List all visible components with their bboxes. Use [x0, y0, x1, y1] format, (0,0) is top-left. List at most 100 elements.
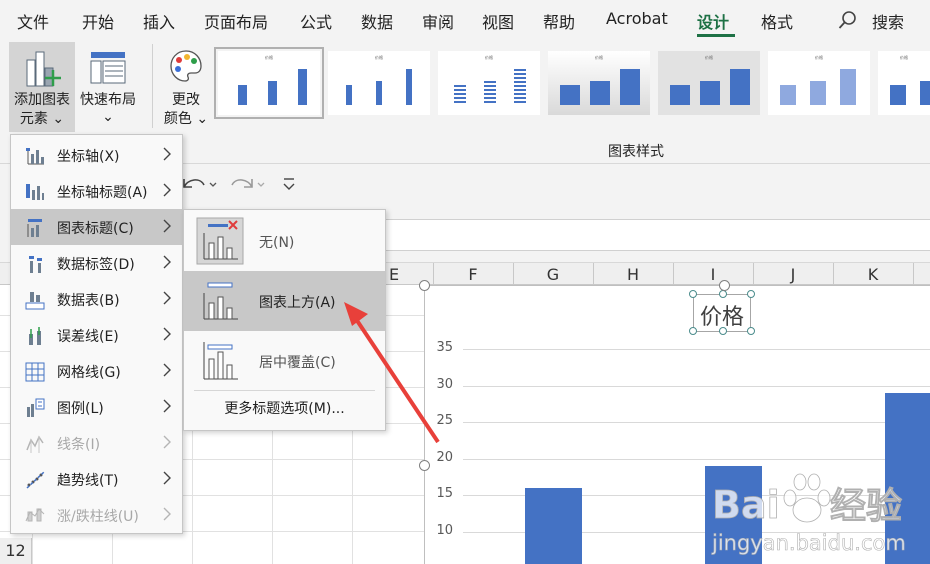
menu-item-up-down-bars: 涨/跌柱线(U): [11, 497, 182, 533]
menu-item-trendline[interactable]: 趋势线(T): [11, 461, 182, 497]
ribbon-separator: [152, 44, 153, 128]
chart-gridline: [463, 386, 930, 387]
watermark-url: jingyan.baidu.com: [711, 531, 906, 555]
menu-item-label: 误差线(E): [57, 329, 119, 345]
menu-item-label: 线条(I): [57, 437, 101, 453]
menu-item-legend[interactable]: 图例(L): [11, 389, 182, 425]
data-table-icon: [25, 292, 45, 310]
menu-item-label: 数据标签(D): [57, 257, 135, 273]
y-tick-label: 10: [436, 523, 453, 538]
tab-home[interactable]: 开始: [82, 9, 114, 33]
column-header-f[interactable]: F: [433, 265, 513, 284]
menu-item-chart-title[interactable]: 图表标题(C): [11, 209, 182, 245]
change-color-label-2: 颜色 ⌄: [163, 111, 209, 127]
chart-style-2[interactable]: 价格: [328, 51, 430, 115]
chart-style-1[interactable]: 价格: [214, 47, 324, 119]
title-handle[interactable]: [747, 290, 755, 298]
chevron-right-icon: [163, 255, 171, 269]
tab-view[interactable]: 视图: [482, 9, 514, 33]
menu-item-data-labels[interactable]: 数据标签(D): [11, 245, 182, 281]
column-header-g[interactable]: G: [513, 265, 593, 284]
gridlines-icon: [25, 362, 45, 382]
submenu-label-centered-overlay: 居中覆盖(C): [259, 355, 336, 371]
chevron-right-icon: [163, 219, 171, 233]
add-element-label-2: 元素 ⌄: [19, 111, 65, 127]
menu-item-data-table[interactable]: 数据表(B): [11, 281, 182, 317]
chart-style-7[interactable]: 价格: [878, 51, 930, 115]
chevron-right-icon: [163, 507, 171, 521]
menu-item-label: 趋势线(T): [57, 473, 119, 489]
legend-icon: [27, 398, 45, 417]
menu-item-gridlines[interactable]: 网格线(G): [11, 353, 182, 389]
chart-styles-label: 图表样式: [608, 144, 664, 160]
tab-format[interactable]: 格式: [761, 9, 793, 33]
tab-acrobat[interactable]: Acrobat: [606, 9, 668, 28]
menu-item-error-bars[interactable]: 误差线(E): [11, 317, 182, 353]
y-tick-label: 15: [436, 486, 453, 501]
search-icon[interactable]: [838, 10, 858, 30]
annotation-arrow-icon: [344, 302, 440, 444]
chart-gridline: [463, 422, 930, 423]
tab-insert[interactable]: 插入: [143, 9, 175, 33]
chart-style-3[interactable]: 价格: [438, 51, 540, 115]
menu-item-label: 坐标轴标题(A): [57, 185, 148, 201]
tab-review[interactable]: 审阅: [422, 9, 454, 33]
add-chart-element-button[interactable]: 添加图表 元素 ⌄: [9, 42, 75, 132]
title-handle[interactable]: [689, 327, 697, 335]
tab-help[interactable]: 帮助: [543, 9, 575, 33]
column-header-h[interactable]: H: [593, 265, 673, 284]
chart-style-5[interactable]: 价格: [658, 51, 760, 115]
redo-icon[interactable]: [228, 173, 268, 197]
tab-page-layout[interactable]: 页面布局: [204, 9, 268, 33]
chart-gridline: [463, 349, 930, 350]
chevron-right-icon: [163, 183, 171, 197]
chart-style-2-title: 价格: [375, 55, 383, 60]
chevron-right-icon: [163, 327, 171, 341]
tab-design[interactable]: 设计: [697, 9, 729, 33]
chart-title-box[interactable]: 价格: [689, 290, 755, 335]
chevron-right-icon: [163, 147, 171, 161]
quick-layout-button[interactable]: 快速布局 ⌄: [78, 42, 138, 132]
title-handle[interactable]: [719, 327, 727, 335]
chevron-right-icon: [163, 471, 171, 485]
chart-style-4[interactable]: 价格: [548, 51, 650, 115]
chart-style-6[interactable]: 价格: [768, 51, 870, 115]
chevron-right-icon: [163, 399, 171, 413]
chart-styles-gallery: 价格 价格 价格 价格 价格 价格 价格: [212, 45, 930, 121]
menu-bar: 文件 开始 插入 页面布局 公式 数据 审阅 视图 帮助 Acrobat 设计 …: [0, 0, 930, 40]
chart-bar[interactable]: [525, 488, 582, 564]
lines-icon: [26, 435, 44, 453]
chevron-right-icon: [163, 363, 171, 377]
title-handle[interactable]: [719, 290, 727, 298]
chevron-right-icon: [163, 435, 171, 449]
quick-layout-chevron-icon: ⌄: [102, 109, 114, 125]
title-handle[interactable]: [747, 327, 755, 335]
column-header-j[interactable]: J: [753, 265, 833, 284]
row-header-12[interactable]: 12: [0, 538, 32, 564]
chart-style-4-title: 价格: [595, 55, 603, 60]
menu-item-label: 网格线(G): [57, 365, 121, 381]
chart-style-5-title: 价格: [705, 55, 713, 60]
column-header-i[interactable]: I: [673, 265, 753, 284]
menu-item-axes[interactable]: 坐标轴(X): [11, 137, 182, 173]
formula-input[interactable]: [380, 219, 930, 251]
tab-data[interactable]: 数据: [361, 9, 393, 33]
change-color-button[interactable]: 更改 颜色 ⌄: [160, 42, 212, 132]
no-title-icon: [196, 217, 244, 265]
palette-icon: [170, 50, 202, 82]
column-header-k[interactable]: K: [833, 265, 913, 284]
chart-resize-handle[interactable]: [719, 280, 730, 291]
menu-item-label: 涨/跌柱线(U): [57, 509, 139, 525]
tab-formulas[interactable]: 公式: [300, 9, 332, 33]
search-label[interactable]: 搜索: [872, 9, 904, 33]
menu-item-axis-titles[interactable]: 坐标轴标题(A): [11, 173, 182, 209]
customize-toolbar-icon[interactable]: [282, 175, 296, 195]
submenu-item-none[interactable]: 无(N): [184, 211, 385, 271]
chart-resize-handle[interactable]: [419, 280, 430, 291]
undo-icon[interactable]: [180, 173, 220, 197]
chart-style-7-title: 价格: [900, 55, 908, 60]
title-handle[interactable]: [689, 290, 697, 298]
chart-style-6-title: 价格: [815, 55, 823, 60]
tab-file[interactable]: 文件: [17, 9, 49, 33]
add-element-label-1: 添加图表: [14, 92, 70, 108]
